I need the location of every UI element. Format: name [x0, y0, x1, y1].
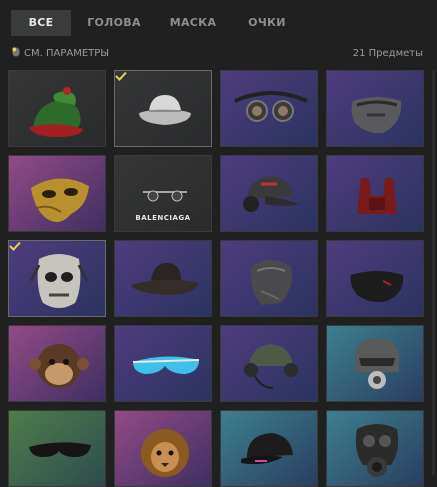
item-card-blue-shades[interactable]: [114, 325, 212, 402]
item-card-cowboy-hat[interactable]: [114, 240, 212, 317]
gas-mask-icon: [355, 424, 399, 477]
item-card-gas-mask[interactable]: [326, 410, 424, 487]
item-card-elf-hat[interactable]: [8, 70, 106, 147]
item-card-cap-with-headphones[interactable]: [220, 155, 318, 232]
item-card-skull-mask[interactable]: [8, 240, 106, 317]
tab-head[interactable]: ГОЛОВА: [84, 10, 144, 36]
item-card-black-sunglasses[interactable]: [8, 410, 106, 487]
black-sunglasses-icon: [29, 442, 91, 457]
cap-with-headphones-icon: [243, 176, 299, 212]
tab-glasses[interactable]: ОЧКИ: [242, 10, 292, 36]
monkey-mask-icon: [29, 344, 89, 388]
blue-shades-icon: [132, 356, 200, 374]
item-card-bandana-wrap[interactable]: [220, 240, 318, 317]
lion-mask-icon: [141, 429, 189, 477]
checkmark-icon: [9, 241, 21, 251]
bucket-hat-icon: [139, 95, 191, 125]
cowboy-hat-icon: [131, 263, 199, 295]
black-baseball-cap-icon: [241, 433, 293, 465]
item-card-helmet-respirator[interactable]: [326, 325, 424, 402]
checkmark-icon: [115, 71, 127, 81]
pilot-cap-headset-icon: [244, 344, 298, 389]
skull-mask-icon: [29, 254, 89, 308]
item-card-gold-masquerade-mask[interactable]: [8, 155, 106, 232]
mouse-icon: [12, 47, 20, 57]
item-card-black-baseball-cap[interactable]: [220, 410, 318, 487]
item-card-black-face-mask[interactable]: [326, 240, 424, 317]
gray-face-mask-icon: [351, 97, 402, 134]
item-card-bucket-hat[interactable]: [114, 70, 212, 147]
bandana-wrap-icon: [250, 260, 292, 305]
helmet-respirator-icon: [355, 338, 399, 389]
item-count: 21 Предметы: [352, 48, 423, 59]
goggles-icon: [234, 91, 308, 122]
item-card-balenciaga-sunglasses[interactable]: BALENCIAGA: [114, 155, 212, 232]
tab-mask[interactable]: МАСКА: [163, 10, 223, 36]
item-card-gray-face-mask[interactable]: [326, 70, 424, 147]
brand-label: BALENCIAGA: [135, 214, 191, 222]
black-face-mask-icon: [350, 271, 404, 303]
tab-all[interactable]: ВСЕ: [11, 10, 71, 36]
category-tabs: ВСЕ ГОЛОВА МАСКА ОЧКИ: [0, 0, 437, 44]
item-card-monkey-mask[interactable]: [8, 325, 106, 402]
item-card-lion-mask[interactable]: [114, 410, 212, 487]
item-card-goggles[interactable]: [220, 70, 318, 147]
item-card-pilot-cap-headset[interactable]: [220, 325, 318, 402]
item-card-red-backpack-harness[interactable]: [326, 155, 424, 232]
scrollbar[interactable]: [432, 70, 435, 475]
view-options-label: СМ. ПАРАМЕТРЫ: [24, 48, 110, 59]
gold-masquerade-mask-icon: [31, 178, 89, 222]
elf-hat-icon: [29, 87, 83, 137]
view-options-button[interactable]: СМ. ПАРАМЕТРЫ: [12, 46, 109, 62]
red-backpack-harness-icon: [357, 178, 397, 214]
